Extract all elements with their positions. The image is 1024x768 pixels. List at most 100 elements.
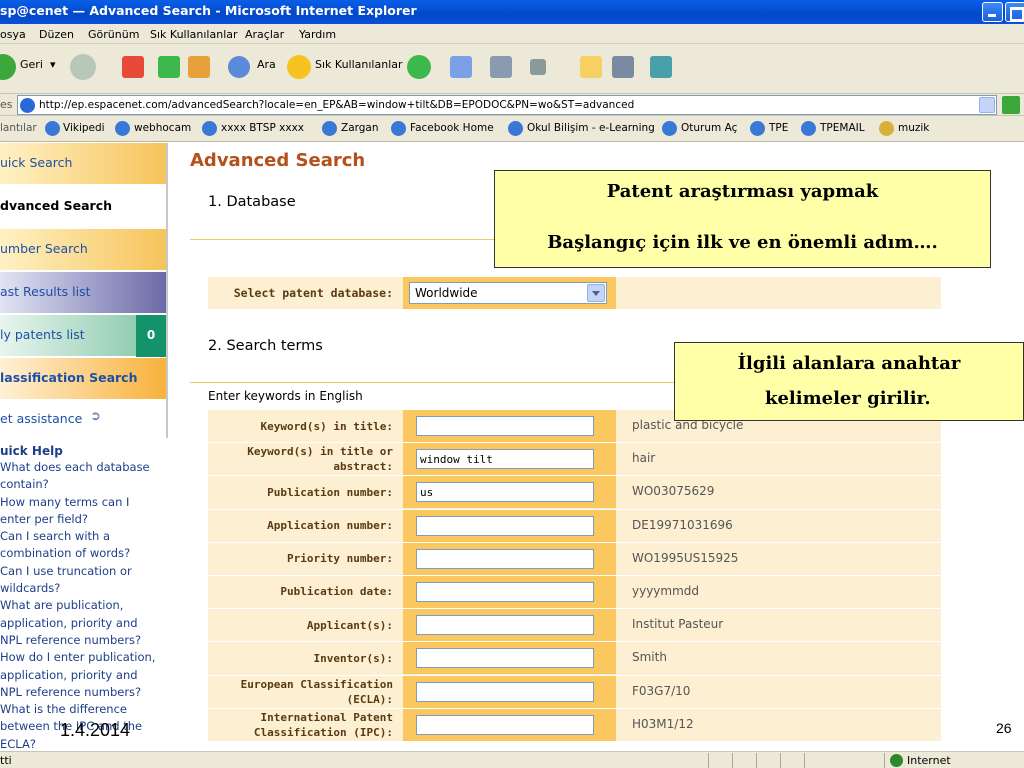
field-input[interactable] [416, 714, 594, 735]
link-tpemail[interactable]: TPEMAIL [820, 122, 865, 134]
nav-classification-search-label[interactable]: lassification Search [0, 370, 137, 385]
database-select-label: Select patent database: [233, 286, 393, 300]
field-input[interactable] [416, 615, 594, 636]
menu-help[interactable]: Yardım [299, 28, 336, 41]
link-facebook[interactable]: Facebook Home [410, 122, 494, 134]
refresh-icon[interactable] [158, 56, 180, 78]
address-label: es [0, 98, 13, 111]
field-input[interactable] [416, 449, 594, 470]
search-button-label[interactable]: Ara [257, 58, 276, 71]
link-muzik[interactable]: muzik [898, 122, 929, 134]
menu-view[interactable]: Görünüm [88, 28, 139, 41]
forward-icon[interactable] [70, 54, 96, 80]
field-input[interactable] [416, 648, 594, 669]
quick-help-link[interactable]: What is the difference [0, 701, 170, 718]
link-ie-icon [322, 121, 337, 136]
callout-patent-research: Patent araştırması yapmak Başlangıç için… [494, 170, 991, 268]
nav-classification-search[interactable]: lassification Search [0, 358, 166, 400]
print-icon[interactable] [490, 56, 512, 78]
chevron-down-icon[interactable] [587, 284, 605, 302]
field-label: Applicant(s): [306, 618, 393, 632]
link-oturum-ac[interactable]: Oturum Aç [681, 122, 737, 134]
address-url[interactable]: http://ep.espacenet.com/advancedSearch?l… [39, 99, 634, 111]
quick-help-link[interactable]: Can I search with a [0, 528, 170, 545]
nav-advanced-search[interactable]: dvanced Search [0, 186, 166, 228]
minimize-button[interactable] [982, 2, 1003, 22]
toolbar: Geri ▾ Ara Sık Kullanılanlar [0, 44, 1024, 94]
go-arrow-icon[interactable] [1002, 96, 1020, 114]
quick-help-link[interactable]: NPL reference numbers? [0, 684, 170, 701]
favorites-button-label[interactable]: Sık Kullanılanlar [315, 58, 403, 71]
nav-quick-search-label[interactable]: uick Search [0, 155, 72, 170]
field-input[interactable] [416, 416, 594, 436]
messenger-icon[interactable] [650, 56, 672, 78]
link-webhocam[interactable]: webhocam [134, 122, 191, 134]
history-icon[interactable] [407, 55, 431, 79]
quick-help-link[interactable]: enter per field? [0, 511, 170, 528]
nav-my-patents[interactable]: ly patents list 0 [0, 315, 166, 357]
favorites-star-icon[interactable] [287, 55, 311, 79]
menu-favorites[interactable]: Sık Kullanılanlar [150, 28, 238, 41]
quick-help-link[interactable]: application, priority and [0, 615, 170, 632]
link-vikipedi[interactable]: Vikipedi [63, 122, 105, 134]
quick-help-link[interactable]: Can I use truncation or [0, 563, 170, 580]
field-example: H03M1/12 [632, 716, 694, 731]
nav-number-search[interactable]: umber Search [0, 229, 166, 271]
quick-help-link[interactable]: What does each database [0, 459, 170, 476]
back-icon[interactable] [0, 54, 16, 80]
search-icon[interactable] [228, 56, 250, 78]
nav-quick-search[interactable]: uick Search [0, 143, 166, 185]
link-btsp[interactable]: xxxx BTSP xxxx [221, 122, 304, 134]
nav-last-results-label[interactable]: ast Results list [0, 284, 91, 299]
field-input[interactable] [416, 681, 594, 702]
menu-tools[interactable]: Araçlar [245, 28, 284, 41]
database-select-value[interactable]: Worldwide [415, 286, 478, 300]
nav-get-assistance-label[interactable]: et assistance [0, 411, 82, 426]
enter-keywords-instruction: Enter keywords in English [208, 389, 363, 403]
folder-icon[interactable] [580, 56, 602, 78]
database-select[interactable]: Worldwide [409, 282, 607, 304]
mail-icon[interactable] [450, 56, 472, 78]
quick-help-link[interactable]: What are publication, [0, 597, 170, 614]
research-icon[interactable] [612, 56, 634, 78]
quick-help-list: What does each database contain? How many … [0, 459, 170, 753]
field-input[interactable] [416, 515, 594, 536]
field-input-cell [403, 542, 616, 575]
status-divider [780, 753, 781, 768]
back-button-label[interactable]: Geri [20, 58, 43, 71]
quick-help-link[interactable]: How do I enter publication, [0, 649, 170, 666]
database-select-cell: Worldwide [403, 277, 616, 309]
nav-last-results[interactable]: ast Results list [0, 272, 166, 314]
quick-help-link[interactable]: contain? [0, 476, 170, 493]
nav-advanced-search-label[interactable]: dvanced Search [0, 198, 112, 213]
link-tpe[interactable]: TPE [769, 122, 788, 134]
field-input[interactable] [416, 581, 594, 602]
field-input-cell [403, 675, 616, 708]
form-row: Keyword(s) in title or abstract: hair [208, 443, 941, 477]
address-dropdown-icon[interactable] [979, 97, 995, 113]
address-bar: es http://ep.espacenet.com/advancedSearc… [0, 94, 1024, 116]
home-icon[interactable] [188, 56, 210, 78]
link-okul-bilisim[interactable]: Okul Bilişim - e-Learning [527, 122, 655, 134]
quick-help-link[interactable]: wildcards? [0, 580, 170, 597]
nav-get-assistance[interactable]: et assistance ➲ [0, 401, 166, 443]
address-input[interactable]: http://ep.espacenet.com/advancedSearch?l… [17, 95, 997, 115]
section-terms-heading: 2. Search terms [208, 338, 323, 354]
menu-edit[interactable]: Düzen [39, 28, 74, 41]
field-input[interactable] [416, 482, 594, 503]
nav-number-search-label[interactable]: umber Search [0, 241, 88, 256]
nav-my-patents-label[interactable]: ly patents list [0, 327, 85, 342]
quick-help-link[interactable]: NPL reference numbers? [0, 632, 170, 649]
menu-file[interactable]: osya [0, 28, 26, 41]
field-input[interactable] [416, 548, 594, 569]
quick-help-link[interactable]: application, priority and [0, 667, 170, 684]
link-zargan[interactable]: Zargan [341, 122, 379, 134]
edit-icon[interactable] [530, 59, 546, 75]
arrow-circle-icon[interactable]: ➲ [90, 409, 101, 424]
quick-help-link[interactable]: combination of words? [0, 545, 170, 562]
back-dropdown-icon[interactable]: ▾ [50, 58, 56, 71]
maximize-button[interactable] [1005, 2, 1024, 22]
quick-help-link[interactable]: How many terms can I [0, 494, 170, 511]
stop-icon[interactable] [122, 56, 144, 78]
link-ie-icon [391, 121, 406, 136]
